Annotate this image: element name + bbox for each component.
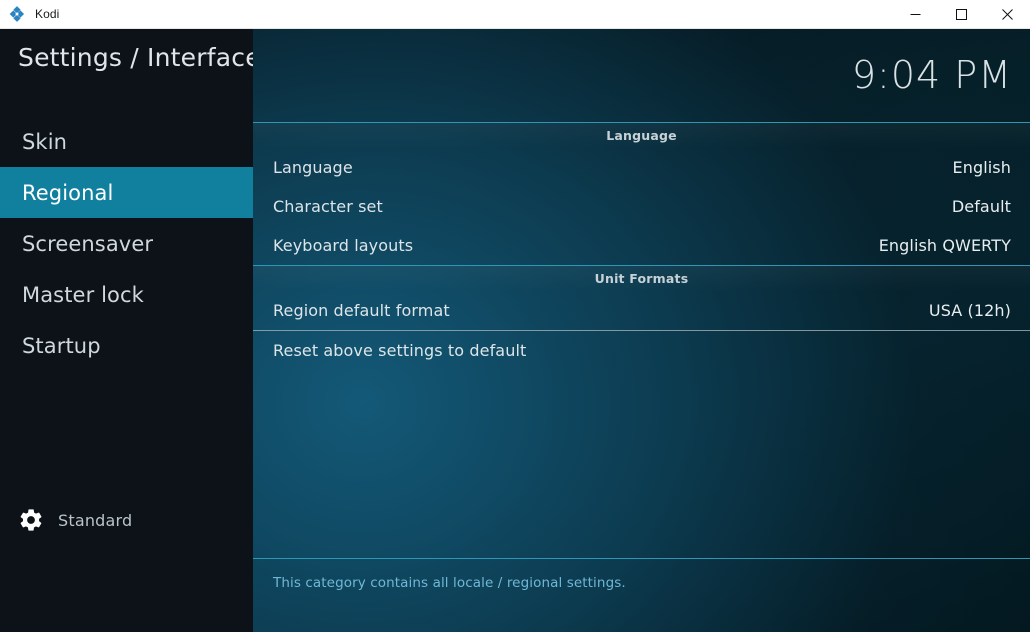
setting-label: Region default format — [273, 301, 450, 320]
settings-level-label: Standard — [58, 510, 133, 530]
setting-row-character-set[interactable]: Character set Default — [253, 187, 1030, 226]
maximize-icon — [955, 8, 967, 20]
section-divider — [253, 330, 1030, 331]
setting-label: Character set — [273, 197, 383, 216]
kodi-logo-icon — [8, 5, 26, 23]
group-header-label: Unit Formats — [594, 271, 689, 286]
setting-label: Keyboard layouts — [273, 236, 414, 255]
sidebar-item-screensaver[interactable]: Screensaver — [0, 218, 253, 269]
setting-value: USA (12h) — [928, 301, 1011, 320]
setting-row-keyboard-layouts[interactable]: Keyboard layouts English QWERTY — [253, 226, 1030, 265]
settings-groups: Language Language English Character set … — [253, 122, 1030, 370]
setting-row-reset-defaults[interactable]: Reset above settings to default — [253, 331, 1030, 370]
sidebar-item-startup[interactable]: Startup — [0, 320, 253, 371]
minimize-button[interactable] — [892, 0, 938, 29]
maximize-button[interactable] — [938, 0, 984, 29]
sidebar-item-regional[interactable]: Regional — [0, 167, 253, 218]
sidebar-item-skin[interactable]: Skin — [0, 116, 253, 167]
settings-category-list: Skin Regional Screensaver Master lock St… — [0, 116, 253, 371]
clock: 9:04 PM — [851, 53, 1012, 97]
sidebar-item-label: Regional — [22, 180, 114, 205]
setting-value: English QWERTY — [878, 236, 1011, 255]
sidebar-item-master-lock[interactable]: Master lock — [0, 269, 253, 320]
settings-sidebar: Settings / Interface Skin Regional Scree… — [0, 29, 261, 632]
sidebar-item-label: Screensaver — [22, 231, 154, 256]
page-title: Settings / Interface — [18, 43, 261, 72]
sidebar-item-label: Master lock — [22, 282, 144, 307]
kodi-window: Kodi Settings / Interface Skin Regional … — [0, 0, 1030, 632]
window-title: Kodi — [35, 7, 60, 21]
settings-description-footer: This category contains all locale / regi… — [253, 558, 1030, 632]
sidebar-item-label: Startup — [22, 333, 101, 358]
setting-value: Default — [951, 197, 1011, 216]
setting-row-language[interactable]: Language English — [253, 148, 1030, 187]
setting-value: English — [952, 158, 1011, 177]
sidebar-item-label: Skin — [22, 129, 68, 154]
settings-content-panel: 9:04 PM Language Language English Charac… — [253, 29, 1030, 632]
group-header-label: Language — [606, 128, 677, 143]
minimize-icon — [910, 13, 920, 15]
group-header-unit-formats: Unit Formats — [253, 265, 1030, 291]
setting-label: Reset above settings to default — [273, 341, 527, 360]
group-header-language: Language — [253, 122, 1030, 148]
gear-icon — [18, 507, 44, 533]
setting-row-region-default-format[interactable]: Region default format USA (12h) — [253, 291, 1030, 330]
settings-level-toggle[interactable]: Standard — [18, 507, 132, 533]
kodi-app-body: Settings / Interface Skin Regional Scree… — [0, 29, 1030, 632]
close-icon — [1001, 8, 1013, 20]
window-titlebar: Kodi — [0, 0, 1030, 29]
settings-description-text: This category contains all locale / regi… — [273, 575, 626, 591]
close-button[interactable] — [984, 0, 1030, 29]
setting-label: Language — [273, 158, 353, 177]
